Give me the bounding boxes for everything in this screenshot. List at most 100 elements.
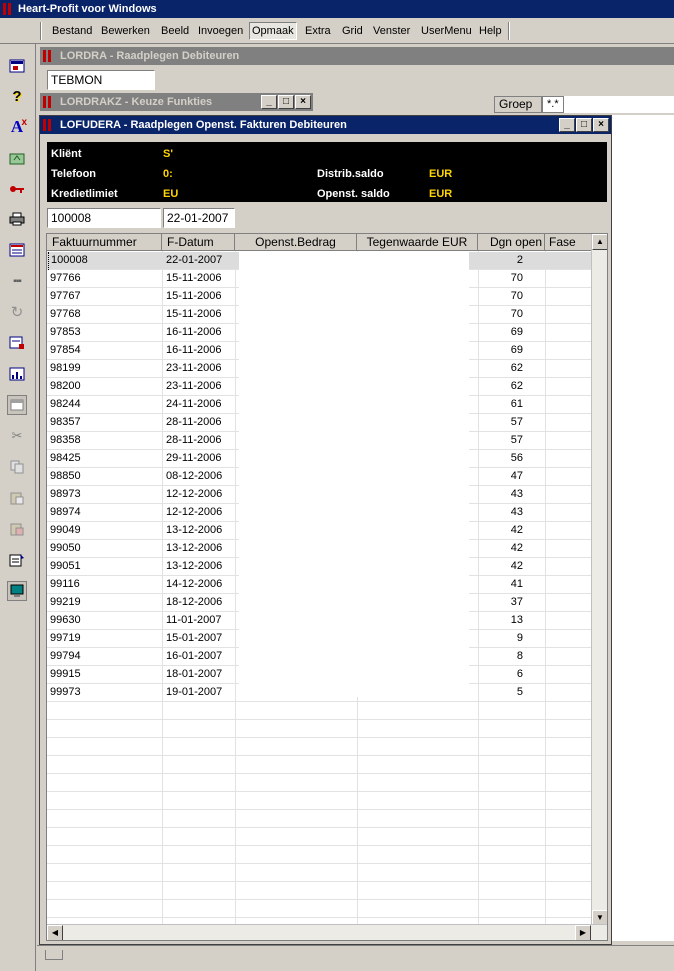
faktuurnummer-filter-input[interactable]: 100008: [47, 208, 161, 228]
cell-f-datum[interactable]: 28-11-2006: [164, 432, 234, 450]
col-faktuurnummer[interactable]: Faktuurnummer: [47, 234, 162, 251]
cell-dgn-open[interactable]: 8: [478, 648, 523, 666]
lordra-title-bar[interactable]: LORDRA - Raadplegen Debiteuren: [40, 47, 674, 65]
cell-dgn-open[interactable]: 6: [478, 666, 523, 684]
datum-filter-input[interactable]: 22-01-2007: [163, 208, 235, 228]
cell-dgn-open[interactable]: 62: [478, 378, 523, 396]
cell-dgn-open[interactable]: 5: [478, 684, 523, 702]
lofudera-close-button[interactable]: ×: [593, 118, 609, 132]
cell-f-datum[interactable]: 08-12-2006: [164, 468, 234, 486]
cell-dgn-open[interactable]: 70: [478, 288, 523, 306]
monitor-icon[interactable]: [7, 581, 27, 601]
cell-faktuurnummer[interactable]: 98974: [48, 504, 162, 522]
cell-f-datum[interactable]: 18-01-2007: [164, 666, 234, 684]
cell-f-datum[interactable]: 13-12-2006: [164, 558, 234, 576]
cell-dgn-open[interactable]: 43: [478, 504, 523, 522]
cell-faktuurnummer[interactable]: 98357: [48, 414, 162, 432]
cell-f-datum[interactable]: 23-11-2006: [164, 360, 234, 378]
report-icon[interactable]: [7, 56, 27, 76]
paste-special-icon[interactable]: [7, 519, 27, 539]
cell-faktuurnummer[interactable]: 97767: [48, 288, 162, 306]
cell-dgn-open[interactable]: 56: [478, 450, 523, 468]
chart-icon[interactable]: [7, 364, 27, 384]
cell-f-datum[interactable]: 19-01-2007: [164, 684, 234, 702]
cell-dgn-open[interactable]: 62: [478, 360, 523, 378]
lordrakz-maximize-button[interactable]: □: [278, 95, 294, 109]
properties-icon[interactable]: [7, 550, 27, 570]
cell-faktuurnummer[interactable]: 99973: [48, 684, 162, 702]
cell-faktuurnummer[interactable]: 100008: [48, 252, 162, 270]
col-f-datum[interactable]: F-Datum: [162, 234, 235, 251]
menu-usermenu[interactable]: UserMenu: [418, 22, 475, 40]
dots-icon[interactable]: ▪▪▪: [7, 271, 27, 291]
cell-f-datum[interactable]: 16-11-2006: [164, 324, 234, 342]
list-icon[interactable]: [7, 240, 27, 260]
cell-faktuurnummer[interactable]: 99219: [48, 594, 162, 612]
cell-f-datum[interactable]: 16-11-2006: [164, 342, 234, 360]
menu-extra[interactable]: Extra: [302, 22, 334, 40]
cell-faktuurnummer[interactable]: 97768: [48, 306, 162, 324]
cell-dgn-open[interactable]: 69: [478, 342, 523, 360]
col-dgn-open[interactable]: Dgn open: [478, 234, 545, 251]
lordra-col-filter[interactable]: *.*: [542, 96, 564, 113]
menu-bestand[interactable]: Bestand: [49, 22, 95, 40]
cell-dgn-open[interactable]: 57: [478, 414, 523, 432]
lordrakz-minimize-button[interactable]: _: [261, 95, 277, 109]
cell-dgn-open[interactable]: 2: [478, 252, 523, 270]
cell-faktuurnummer[interactable]: 97766: [48, 270, 162, 288]
cell-faktuurnummer[interactable]: 99719: [48, 630, 162, 648]
cell-faktuurnummer[interactable]: 97854: [48, 342, 162, 360]
refresh-icon[interactable]: ↻: [7, 302, 27, 322]
cell-f-datum[interactable]: 15-01-2007: [164, 630, 234, 648]
cut-icon[interactable]: ✂: [7, 426, 27, 446]
lofudera-title-bar[interactable]: LOFUDERA - Raadplegen Openst. Fakturen D…: [40, 116, 611, 134]
cell-faktuurnummer[interactable]: 98200: [48, 378, 162, 396]
cell-f-datum[interactable]: 28-11-2006: [164, 414, 234, 432]
cell-faktuurnummer[interactable]: 98199: [48, 360, 162, 378]
menu-beeld[interactable]: Beeld: [158, 22, 192, 40]
scroll-left-button[interactable]: ◀: [47, 925, 63, 940]
cell-dgn-open[interactable]: 42: [478, 558, 523, 576]
scroll-right-button[interactable]: ▶: [575, 925, 591, 940]
menu-bewerken[interactable]: Bewerken: [98, 22, 153, 40]
cell-dgn-open[interactable]: 42: [478, 540, 523, 558]
cell-f-datum[interactable]: 13-12-2006: [164, 540, 234, 558]
key-icon[interactable]: [7, 179, 27, 199]
edit-icon[interactable]: [7, 333, 27, 353]
menu-opmaak[interactable]: Opmaak: [249, 22, 297, 40]
cell-f-datum[interactable]: 22-01-2007: [164, 252, 234, 270]
cell-faktuurnummer[interactable]: 99049: [48, 522, 162, 540]
cell-dgn-open[interactable]: 47: [478, 468, 523, 486]
cell-faktuurnummer[interactable]: 98973: [48, 486, 162, 504]
cell-dgn-open[interactable]: 69: [478, 324, 523, 342]
copy-icon[interactable]: [7, 457, 27, 477]
menu-invoegen[interactable]: Invoegen: [195, 22, 246, 40]
scroll-up-button[interactable]: ▲: [592, 234, 607, 250]
cell-f-datum[interactable]: 15-11-2006: [164, 270, 234, 288]
cell-f-datum[interactable]: 18-12-2006: [164, 594, 234, 612]
invoice-grid[interactable]: Faktuurnummer F-Datum Openst.Bedrag Tege…: [46, 233, 608, 941]
cell-f-datum[interactable]: 13-12-2006: [164, 522, 234, 540]
lordra-col-groep[interactable]: Groep: [494, 96, 542, 113]
menu-help[interactable]: Help: [476, 22, 505, 40]
cell-dgn-open[interactable]: 42: [478, 522, 523, 540]
lordrakz-title-bar[interactable]: LORDRAKZ - Keuze Funkties _ □ ×: [40, 93, 313, 111]
cell-dgn-open[interactable]: 61: [478, 396, 523, 414]
cell-faktuurnummer[interactable]: 99915: [48, 666, 162, 684]
col-openst-bedrag[interactable]: Openst.Bedrag: [235, 234, 357, 251]
lordrakz-close-button[interactable]: ×: [295, 95, 311, 109]
cell-f-datum[interactable]: 12-12-2006: [164, 504, 234, 522]
horizontal-scrollbar[interactable]: ◀ ▶: [47, 924, 607, 940]
help-icon[interactable]: ?: [7, 86, 27, 106]
cell-faktuurnummer[interactable]: 99794: [48, 648, 162, 666]
paste-icon[interactable]: [7, 488, 27, 508]
menu-grid[interactable]: Grid: [339, 22, 366, 40]
cell-f-datum[interactable]: 16-01-2007: [164, 648, 234, 666]
col-tegenwaarde-eur[interactable]: Tegenwaarde EUR: [357, 234, 478, 251]
window-icon[interactable]: [7, 395, 27, 415]
cell-faktuurnummer[interactable]: 98358: [48, 432, 162, 450]
cell-faktuurnummer[interactable]: 98244: [48, 396, 162, 414]
cell-dgn-open[interactable]: 57: [478, 432, 523, 450]
menu-venster[interactable]: Venster: [370, 22, 413, 40]
vertical-scrollbar[interactable]: ▲ ▼: [591, 234, 607, 926]
